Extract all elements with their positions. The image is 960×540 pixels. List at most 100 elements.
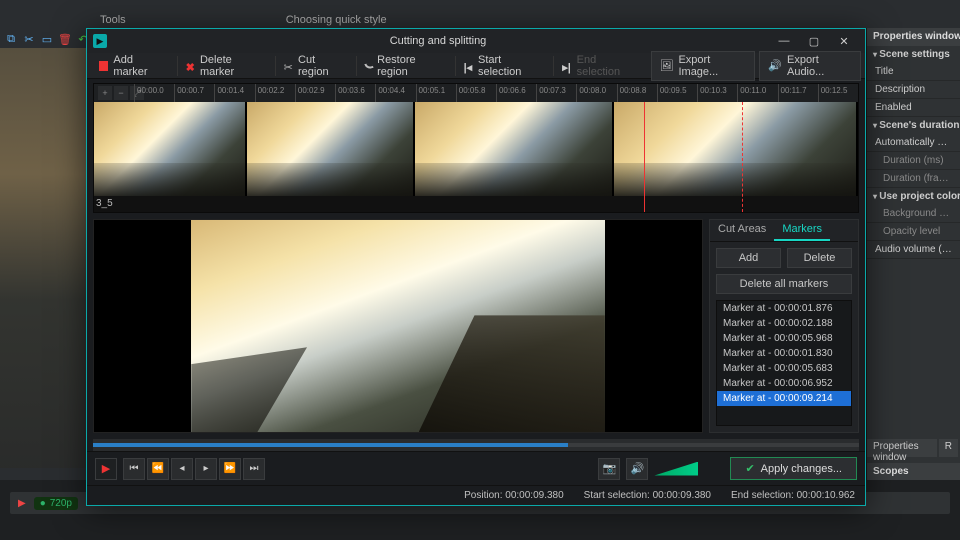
selection-range[interactable] [644, 102, 743, 212]
marker-add-button[interactable]: Add [716, 248, 781, 268]
zoom-out-icon[interactable]: − [114, 86, 128, 100]
marker-item[interactable]: Marker at - 00:00:02.188 [717, 316, 851, 331]
app-icon: ▶ [93, 34, 107, 48]
timeline-thumbnails[interactable]: 3_5 [94, 102, 858, 212]
bg-resolution-badge[interactable]: ● 720p [34, 497, 78, 510]
restore-region-button[interactable]: Restore region [356, 56, 453, 76]
flag-icon [99, 61, 108, 71]
scissors-icon: ✂ [284, 61, 293, 71]
section-scene-settings[interactable]: Scene settings [867, 46, 960, 63]
toolbar: Add marker ✖Delete marker ✂Cut region Re… [87, 53, 865, 79]
prop-title[interactable]: Title [867, 63, 960, 81]
marker-item[interactable]: Marker at - 00:00:09.214 [717, 391, 851, 406]
tick: 00:05.8 [456, 84, 496, 102]
tick: 00:04.4 [375, 84, 415, 102]
tick: 00:07.3 [536, 84, 576, 102]
prop-audio-volume[interactable]: Audio volume (dB) [867, 241, 960, 259]
step-back-button[interactable]: ⏪ [147, 458, 169, 480]
bg-paste-icon[interactable]: ▭ [40, 32, 54, 46]
bg-preview-thumb [0, 48, 86, 468]
section-use-project-color[interactable]: Use project color [867, 188, 960, 205]
section-scene-duration[interactable]: Scene's duration [867, 117, 960, 134]
clip-label: 3_5 [96, 198, 113, 212]
markers-list[interactable]: Marker at - 00:00:01.876Marker at - 00:0… [716, 300, 852, 426]
maximize-button[interactable]: ▢ [799, 31, 829, 51]
step-fwd-button[interactable]: ⏩ [219, 458, 241, 480]
start-selection-button[interactable]: |◂Start selection [455, 56, 552, 76]
prop-auto-calc[interactable]: Automatically calc [867, 134, 960, 152]
bg-cut-icon[interactable]: ✂ [22, 32, 36, 46]
side-panel: Cut Areas Markers Add Delete Delete all … [709, 219, 859, 433]
delete-all-markers-button[interactable]: Delete all markers [716, 274, 852, 294]
marker-item[interactable]: Marker at - 00:00:05.968 [717, 331, 851, 346]
bg-delete-icon[interactable]: 🗑 [58, 32, 72, 46]
apply-changes-button[interactable]: ✔Apply changes... [730, 457, 857, 480]
prop-duration-ms[interactable]: Duration (ms) [867, 152, 960, 170]
status-bar: Position: 00:00:09.380 Start selection: … [87, 485, 865, 505]
status-end: 00:00:10.962 [797, 490, 855, 501]
delete-marker-icon: ✖ [186, 61, 195, 71]
tick: 00:12.5 [818, 84, 858, 102]
restore-icon [364, 62, 373, 70]
prev-frame-button[interactable]: ◂ [171, 458, 193, 480]
export-image-button[interactable]: 🖼Export Image... [651, 51, 756, 81]
progress-bar[interactable] [93, 439, 859, 451]
dialog-title: Cutting and splitting [107, 35, 769, 47]
tick: 00:00.7 [174, 84, 214, 102]
volume-slider[interactable] [654, 462, 698, 476]
bracket-end-icon: ▸| [562, 61, 571, 71]
preview-viewport[interactable] [93, 219, 703, 433]
marker-item[interactable]: Marker at - 00:00:01.876 [717, 301, 851, 316]
bg-play-icon[interactable]: ▶ [18, 498, 26, 509]
preview-image [191, 220, 604, 432]
image-icon: 🖼 [660, 59, 674, 72]
cut-region-button[interactable]: ✂Cut region [275, 56, 354, 76]
bg-copy-icon[interactable]: ⧉ [4, 32, 18, 46]
prop-description[interactable]: Description [867, 81, 960, 99]
status-position: 00:00:09.380 [505, 490, 563, 501]
add-marker-button[interactable]: Add marker [91, 56, 175, 76]
export-audio-button[interactable]: 🔊Export Audio... [759, 51, 861, 81]
play-button[interactable]: ▶ [95, 458, 117, 480]
tick: 00:06.6 [496, 84, 536, 102]
delete-marker-button[interactable]: ✖Delete marker [177, 56, 273, 76]
marker-item[interactable]: Marker at - 00:00:05.683 [717, 361, 851, 376]
tab-markers[interactable]: Markers [774, 220, 830, 241]
zoom-in-icon[interactable]: + [98, 86, 112, 100]
cutting-splitting-dialog: ▶ Cutting and splitting — ▢ ✕ Add marker… [86, 28, 866, 506]
close-button[interactable]: ✕ [829, 31, 859, 51]
tab-cut-areas[interactable]: Cut Areas [710, 220, 774, 241]
tick: 00:11.0 [737, 84, 777, 102]
timeline-strip[interactable]: + − ⤢ 00:00.000:00.700:01.400:02.200:02.… [93, 83, 859, 213]
mute-button[interactable]: 🔊 [626, 458, 648, 480]
tick: 00:01.4 [214, 84, 254, 102]
transport-bar: ▶ ⏮ ⏪ ◂ ▸ ⏩ ⏭ 📷 🔊 ✔Apply changes... [87, 451, 865, 485]
tick: 00:02.2 [255, 84, 295, 102]
bracket-start-icon: |◂ [464, 61, 473, 71]
next-frame-button[interactable]: ▸ [195, 458, 217, 480]
tick: 00:10.3 [697, 84, 737, 102]
prop-enabled[interactable]: Enabled [867, 99, 960, 117]
tick: 00:09.5 [657, 84, 697, 102]
prop-bg-color[interactable]: Background color [867, 205, 960, 223]
properties-panel: Properties window Scene settings Title D… [866, 28, 960, 480]
props-tab-r[interactable]: R [939, 439, 958, 457]
tick: 00:11.7 [778, 84, 818, 102]
audio-icon: 🔊 [768, 59, 782, 72]
snapshot-button[interactable]: 📷 [598, 458, 620, 480]
scopes-title: Scopes [867, 463, 960, 480]
tick: 00:03.6 [335, 84, 375, 102]
marker-item[interactable]: Marker at - 00:00:06.952 [717, 376, 851, 391]
marker-delete-button[interactable]: Delete [787, 248, 852, 268]
properties-title: Properties window [867, 28, 960, 46]
marker-item[interactable]: Marker at - 00:00:01.830 [717, 346, 851, 361]
status-start: 00:00:09.380 [653, 490, 711, 501]
prop-duration-frames[interactable]: Duration (frames) [867, 170, 960, 188]
goto-start-button[interactable]: ⏮ [123, 458, 145, 480]
check-icon: ✔ [745, 462, 754, 475]
tick: 00:08.8 [617, 84, 657, 102]
props-tab-main[interactable]: Properties window [867, 439, 937, 457]
minimize-button[interactable]: — [769, 31, 799, 51]
goto-end-button[interactable]: ⏭ [243, 458, 265, 480]
prop-opacity[interactable]: Opacity level [867, 223, 960, 241]
